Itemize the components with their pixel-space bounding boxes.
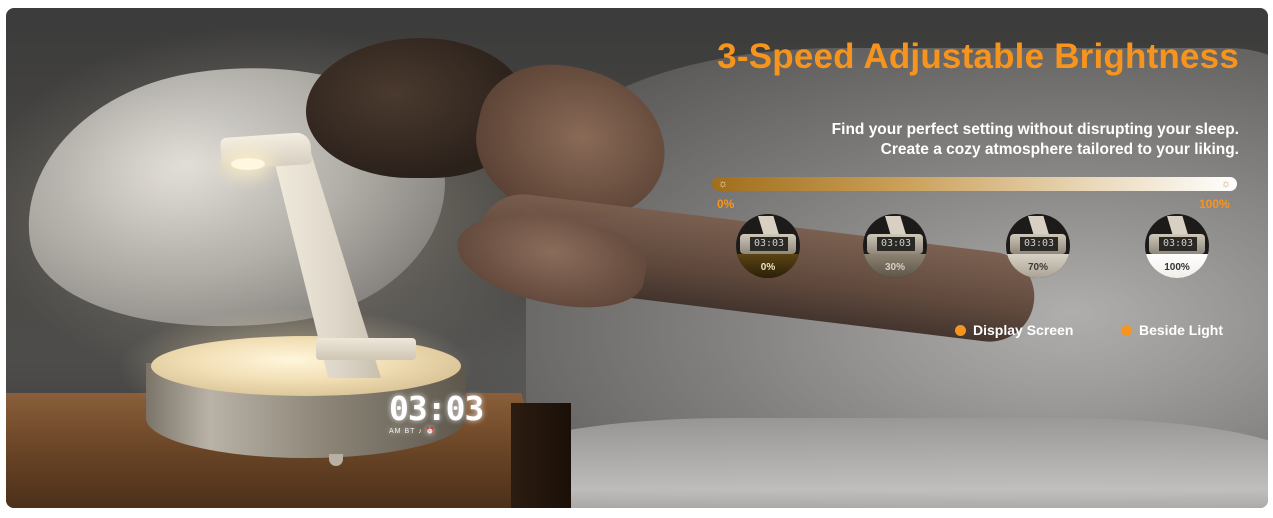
subtitle-line-1: Find your perfect setting without disrup… <box>831 121 1239 138</box>
brightness-gradient-bar: ☼ ☼ <box>712 177 1237 191</box>
slider-min-label: 0% <box>717 197 735 211</box>
bed-sheet <box>486 418 1268 508</box>
thumbnail-clock: 03:03 <box>750 237 788 251</box>
nightstand-side <box>511 403 571 508</box>
legend-dot <box>1121 324 1132 336</box>
sun-icon: ☼ <box>1220 178 1232 190</box>
legend-label: Beside Light <box>1139 322 1224 338</box>
slider-max-label: 100% <box>1199 197 1230 211</box>
brightness-level-thumbnail: 03:03 0% <box>736 214 800 278</box>
lamp-clock-time: 03:03 <box>389 389 484 428</box>
lamp-clock-display: 03:03 AM BT ♪ ⏰ <box>389 389 484 441</box>
subtitle-line-2: Create a cozy atmosphere tailored to you… <box>880 141 1239 158</box>
legend-label: Display Screen <box>973 322 1074 338</box>
legend-dot <box>955 324 966 336</box>
legend-item-display-screen: Display Screen <box>955 322 1073 338</box>
banner-title: 3-Speed Adjustable Brightness <box>717 37 1239 76</box>
thumbnail-percent: 70% <box>1027 262 1048 273</box>
product-banner: 03:03 AM BT ♪ ⏰ <box>6 8 1268 508</box>
thumbnail-percent: 0% <box>760 262 776 273</box>
thumbnail-percent: 30% <box>884 262 905 273</box>
thumbnail-percent: 100% <box>1164 262 1190 273</box>
brightness-level-thumbnail: 03:03 100% <box>1145 214 1209 278</box>
thumbnail-clock: 03:03 <box>877 237 915 251</box>
brightness-level-thumbnail: 03:03 70% <box>1006 214 1070 278</box>
thumbnail-clock: 03:03 <box>1020 237 1058 251</box>
thumbnail-clock: 03:03 <box>1159 237 1197 251</box>
lamp-phone-stand <box>316 338 416 360</box>
lamp-bulb <box>231 158 265 170</box>
sun-icon: ☼ <box>717 178 729 190</box>
lamp-clock-indicators: AM BT ♪ ⏰ <box>389 428 436 435</box>
banner-subtitle: Find your perfect setting without disrup… <box>832 120 1239 160</box>
brightness-level-thumbnail: 03:03 30% <box>863 214 927 278</box>
legend-item-beside-light: Beside Light <box>1121 322 1223 338</box>
